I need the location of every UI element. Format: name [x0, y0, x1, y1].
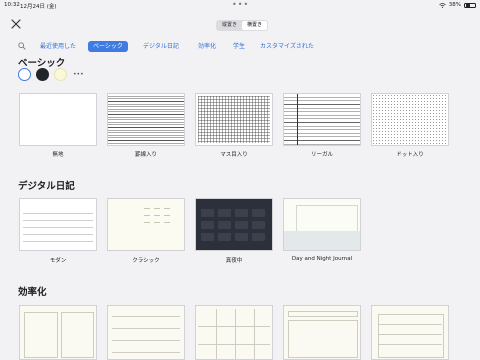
planner-box: [288, 320, 358, 358]
night-tile: [235, 221, 248, 229]
template-label: クラシック: [132, 258, 160, 264]
planner-line: [378, 324, 442, 325]
orientation-segmented-control: 縦置き 横置き: [216, 20, 269, 31]
section-title-efficiency: 効率化: [18, 287, 47, 298]
template-label: Day and Night Journal: [291, 256, 353, 262]
night-tile: [252, 233, 265, 241]
planner-line: [112, 316, 180, 317]
template-label: リーガル: [310, 152, 333, 158]
planner-line: [198, 326, 270, 327]
template-label: ドット入り: [396, 152, 424, 158]
tab-efficiency[interactable]: 効率化: [198, 41, 216, 52]
night-tile: [252, 221, 265, 229]
planner-line: [378, 344, 442, 345]
status-bar: 10:32 12月24日 (金) ••• 38%: [0, 0, 480, 12]
planner-box: [288, 311, 358, 317]
legal-margin-line: [297, 94, 298, 145]
calendar-mark: [164, 215, 170, 216]
night-tile: [235, 233, 248, 241]
planner-line: [112, 328, 180, 329]
status-right: 38%: [439, 2, 476, 8]
template-label: 無地: [52, 152, 64, 158]
journal-panel: [296, 205, 358, 232]
planner-line: [112, 340, 180, 341]
portrait-option[interactable]: 縦置き: [217, 21, 242, 30]
swatch-dark[interactable]: [36, 68, 49, 81]
template-efficiency-1[interactable]: [19, 305, 97, 360]
calendar-mark: [154, 208, 160, 209]
template-blank[interactable]: [19, 93, 97, 146]
night-tile: [201, 209, 214, 217]
template-efficiency-2[interactable]: [107, 305, 185, 360]
template-day-and-night-journal[interactable]: [283, 198, 361, 251]
planner-column: [216, 309, 217, 359]
battery-percent: 38%: [448, 2, 461, 8]
multitask-dots-icon[interactable]: •••: [232, 0, 249, 9]
night-tile: [218, 221, 231, 229]
tab-basic[interactable]: ベーシック: [88, 41, 128, 52]
rule-line: [23, 234, 93, 235]
tab-digital-diary[interactable]: デジタル日記: [143, 41, 179, 52]
calendar-mark: [154, 215, 160, 216]
section-title-digital-diary: デジタル日記: [18, 181, 75, 192]
night-tile: [218, 209, 231, 217]
night-tile: [252, 209, 265, 217]
planner-box: [61, 312, 94, 358]
template-grid[interactable]: [195, 93, 273, 146]
more-colors-icon[interactable]: •••: [73, 71, 84, 78]
template-label: マス目入り: [220, 152, 248, 158]
night-tile: [201, 221, 214, 229]
planner-column: [235, 309, 236, 359]
template-label: 罫線入り: [134, 152, 157, 158]
template-efficiency-4[interactable]: [283, 305, 361, 360]
planner-box: [24, 312, 58, 358]
rule-line: [23, 241, 93, 242]
calendar-mark: [144, 222, 150, 223]
rule-line: [23, 227, 93, 228]
calendar-mark: [164, 222, 170, 223]
tab-recent[interactable]: 最近使用した: [40, 41, 76, 52]
calendar-mark: [144, 208, 150, 209]
template-midnight[interactable]: [195, 198, 273, 251]
journal-bottom-band: [284, 231, 360, 250]
category-tabs: 最近使用した ベーシック デジタル日記 効率化 学生 カスタマイズされた: [0, 40, 480, 54]
swatch-cream[interactable]: [54, 68, 67, 81]
planner-line: [198, 344, 270, 345]
night-tile: [201, 233, 214, 241]
calendar-mark: [164, 208, 170, 209]
template-classic[interactable]: [107, 198, 185, 251]
landscape-option[interactable]: 横置き: [242, 21, 268, 30]
tab-customized[interactable]: カスタマイズされた: [260, 41, 314, 52]
template-lined[interactable]: [107, 93, 185, 146]
template-modern[interactable]: [19, 198, 97, 251]
template-legal[interactable]: [283, 93, 361, 146]
night-tile: [218, 233, 231, 241]
planner-line: [112, 352, 180, 353]
template-dotted[interactable]: [371, 93, 449, 146]
rule-line: [23, 220, 93, 221]
color-swatches: •••: [18, 68, 84, 81]
template-label: モダン: [49, 258, 67, 264]
template-efficiency-3[interactable]: [195, 305, 273, 360]
battery-icon: [464, 2, 476, 8]
tab-student[interactable]: 学生: [233, 41, 245, 52]
template-label: 真夜中: [225, 258, 243, 264]
planner-line: [378, 334, 442, 335]
grid-pattern: [198, 96, 270, 143]
close-button[interactable]: [10, 18, 22, 30]
rule-line: [23, 213, 93, 214]
wifi-icon: [439, 2, 446, 8]
night-tile: [235, 209, 248, 217]
planner-box: [378, 314, 444, 358]
status-time: 10:32: [4, 2, 20, 8]
calendar-mark: [154, 222, 160, 223]
status-date: 12月24日 (金): [20, 4, 57, 10]
template-efficiency-5[interactable]: [371, 305, 449, 360]
calendar-mark: [144, 215, 150, 216]
swatch-white[interactable]: [18, 68, 31, 81]
close-icon: [11, 19, 21, 29]
search-icon[interactable]: [18, 42, 26, 50]
section-title-basic: ベーシック: [18, 58, 66, 69]
planner-column: [254, 309, 255, 359]
